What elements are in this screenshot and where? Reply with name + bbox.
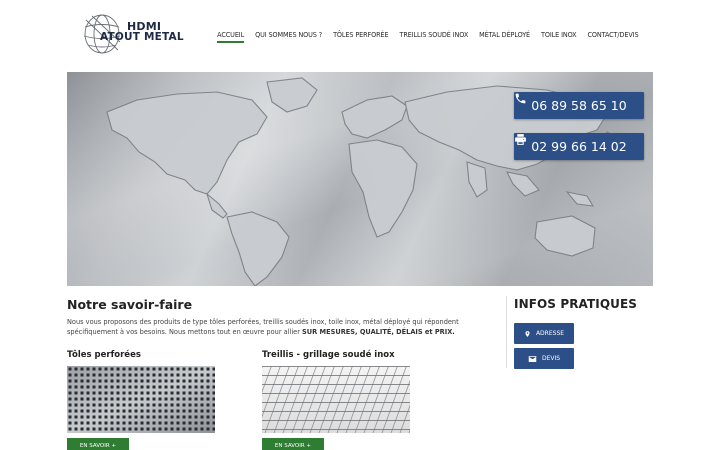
site-logo[interactable]: HDMI ATOUT METAL xyxy=(80,12,190,56)
devis-label: DEVIS xyxy=(541,355,561,362)
product-image-toles-perforees[interactable] xyxy=(67,366,215,433)
main-navigation: ACCUEIL QUI SOMMES NOUS ? TÔLES PERFORÉE… xyxy=(212,30,644,43)
product-image-treillis-soude[interactable] xyxy=(262,366,410,433)
adresse-button[interactable]: ADRESSE xyxy=(514,323,574,344)
printer-icon xyxy=(515,134,526,145)
nav-item-toles-perforee[interactable]: TÔLES PERFORÉE xyxy=(328,30,394,39)
intro-strong: SUR MESURES, QUALITÉ, DÉLAIS et PRIX. xyxy=(302,327,455,336)
product-title-treillis: Treillis - grillage soudé inox xyxy=(262,350,395,360)
envelope-icon xyxy=(528,355,537,362)
adresse-label: ADRESSE xyxy=(535,330,565,337)
nav-item-qui-sommes-nous[interactable]: QUI SOMMES NOUS ? xyxy=(250,30,328,39)
nav-item-contact-devis[interactable]: CONTACT/DEVIS xyxy=(582,30,644,39)
logo-line-2: ATOUT METAL xyxy=(100,31,184,43)
hero-banner: 06 89 58 65 10 02 99 66 14 02 xyxy=(67,72,653,286)
nav-item-treillis-soude-inox[interactable]: TREILLIS SOUDÉ INOX xyxy=(394,30,474,39)
fax-number: 02 99 66 14 02 xyxy=(531,139,627,154)
phone-button[interactable]: 06 89 58 65 10 xyxy=(514,92,644,119)
phone-number: 06 89 58 65 10 xyxy=(531,98,627,113)
en-savoir-plus-button[interactable]: EN SAVOIR + xyxy=(67,438,129,450)
product-title-toles: Tôles perforées xyxy=(67,350,141,360)
map-marker-icon xyxy=(525,330,530,337)
intro-paragraph: Nous vous proposons des produits de type… xyxy=(67,318,487,337)
nav-item-toile-inox[interactable]: TOILE INOX xyxy=(536,30,582,39)
nav-item-accueil[interactable]: ACCUEIL xyxy=(212,30,250,43)
phone-icon xyxy=(515,93,526,104)
nav-item-metal-deploye[interactable]: MÉTAL DÉPLOYÉ xyxy=(474,30,536,39)
perforated-sheet-image xyxy=(67,366,215,433)
section-title: Notre savoir-faire xyxy=(67,297,193,312)
en-savoir-plus-button[interactable]: EN SAVOIR + xyxy=(262,438,324,450)
welded-mesh-image xyxy=(262,366,410,433)
fax-button[interactable]: 02 99 66 14 02 xyxy=(514,133,644,160)
devis-button[interactable]: DEVIS xyxy=(514,348,574,369)
infos-pratiques-title: INFOS PRATIQUES xyxy=(514,297,638,311)
column-divider xyxy=(506,296,507,368)
